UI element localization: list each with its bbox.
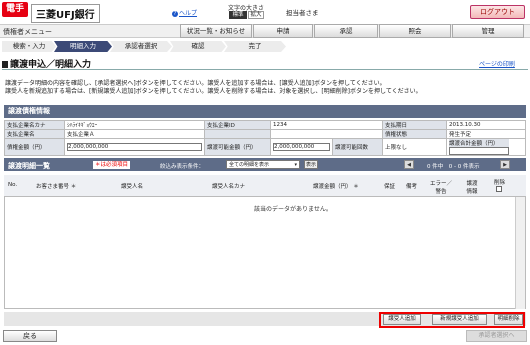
transferable-amount-field: 2,000,000,000 xyxy=(273,143,330,151)
bank-logo: 電手 xyxy=(2,2,28,17)
help-label: ヘルプ xyxy=(179,10,198,17)
total-transfer-field xyxy=(449,147,509,155)
label-claim-status: 債権状態 xyxy=(382,129,447,139)
menu-title: 債権者メニュー xyxy=(3,28,52,36)
instructions: 譲渡データ明細の内容を確認し、[承認者選択へ]ボタンを押してください。譲受人を追… xyxy=(5,80,525,95)
font-size-standard-button[interactable]: 標準 xyxy=(229,11,247,19)
value-due-date: 2013.10.30 xyxy=(446,120,526,130)
bank-name: 三菱UFJ銀行 xyxy=(31,4,100,23)
col-assignee-kana: 譲受人名カナ xyxy=(212,184,246,190)
help-link[interactable]: ? ヘルプ xyxy=(172,8,197,17)
logout-button[interactable]: ログアウト xyxy=(470,5,525,19)
value-payer-id: 1234 xyxy=(270,120,383,130)
filter-label: 絞込み表示条件： xyxy=(160,164,205,170)
col-customer-number: お客さま番号 ＊ xyxy=(36,184,77,190)
detail-list-heading: 譲渡明細一覧 xyxy=(8,162,50,170)
label-transfer-limit: 譲渡可能回数 xyxy=(332,138,383,156)
value-transferable-amount: 2,000,000,000 xyxy=(270,138,333,156)
tab-manage[interactable]: 管理 xyxy=(452,24,524,38)
new-assignee-button[interactable]: 新規譲受人追加 xyxy=(432,314,487,325)
user-name: 担当者さま xyxy=(286,9,319,17)
filter-select-value: 全ての明細を表示 xyxy=(229,162,270,168)
back-button[interactable]: 戻る xyxy=(3,330,57,342)
filter-select[interactable]: 全ての明細を表示 ▾ xyxy=(226,160,300,169)
col-delete: 削除 xyxy=(494,180,506,186)
print-page-link[interactable]: ページの印刷 xyxy=(479,59,515,68)
col-error-warning: エラー／警告 xyxy=(429,181,452,195)
col-no: No. xyxy=(8,182,18,188)
font-size-large-button[interactable]: 拡大 xyxy=(248,11,264,19)
step-approver-select: 承認者選択 xyxy=(110,41,172,52)
total-transfer-cell: 譲渡合計金額（円） xyxy=(446,138,526,156)
no-data-message: 該当のデータがありません。 xyxy=(254,206,332,213)
grid-scrollbar[interactable] xyxy=(515,197,525,309)
title-marker-icon xyxy=(2,61,8,68)
add-assignee-button[interactable]: 譲受人追加 xyxy=(383,314,421,325)
label-payer-id: 支払企業ID xyxy=(204,120,271,130)
tab-status-list[interactable]: 状況一覧・お知らせ xyxy=(180,24,252,38)
select-all-checkbox[interactable] xyxy=(496,186,502,192)
label-claim-amount: 債権金額（円） xyxy=(4,138,65,156)
col-assignee-name: 譲受人名 xyxy=(121,184,144,190)
page-count: 0 件中 0 - 0 件表示 xyxy=(427,164,480,170)
col-guarantee: 保証 xyxy=(384,184,396,190)
label-total-transfer: 譲渡合計金額（円） xyxy=(449,139,509,147)
help-icon: ? xyxy=(172,11,178,17)
next-page-button[interactable]: ▶ xyxy=(500,160,510,169)
value-claim-amount: 2,000,000,000 xyxy=(64,138,205,156)
value-empty xyxy=(270,129,383,139)
chevron-down-icon: ▾ xyxy=(294,162,297,168)
instruction-line: 譲渡データ明細の内容を確認し、[承認者選択へ]ボタンを押してください。譲受人を追… xyxy=(5,80,386,87)
claim-info-heading: 譲渡債権情報 xyxy=(4,105,526,118)
tab-inquiry[interactable]: 照会 xyxy=(379,24,451,38)
col-transfer-amount: 譲渡金額（円） ＊ xyxy=(313,184,359,190)
instruction-line: 譲受人を新規追加する場合は、[新規譲受人追加]ボタンを押してください。譲受人を削… xyxy=(5,87,422,95)
step-confirm: 確認 xyxy=(170,41,226,52)
show-button[interactable]: 表示 xyxy=(304,160,318,169)
tab-approve[interactable]: 承認 xyxy=(314,24,378,38)
label-transferable-amount: 譲渡可能金額（円） xyxy=(204,138,271,156)
title-divider xyxy=(2,69,528,70)
required-note: ＊は必須項目 xyxy=(93,161,131,169)
claim-info-table: 支払企業名カナ ｼﾊﾗｲｷｷﾞｮｳｴｰ 支払企業ID 1234 支払期日 201… xyxy=(4,120,526,156)
col-transfer-info: 譲渡情報 xyxy=(466,181,478,195)
claim-amount-field: 2,000,000,000 xyxy=(67,143,202,151)
label-payer-kana: 支払企業名カナ xyxy=(4,120,65,130)
tab-apply[interactable]: 申請 xyxy=(253,24,313,38)
label-empty xyxy=(204,129,271,139)
col-remarks: 備考 xyxy=(406,184,418,190)
step-complete: 完了 xyxy=(224,41,286,52)
delete-detail-button[interactable]: 明細削除 xyxy=(494,314,523,325)
approver-select-button[interactable]: 承認者選択へ xyxy=(466,330,527,342)
value-claim-status: 発生予定 xyxy=(446,129,526,139)
step-detail-input: 明細入力 xyxy=(54,41,112,52)
step-search-input: 検索・入力 xyxy=(2,41,56,52)
label-due-date: 支払期日 xyxy=(382,120,447,130)
value-transfer-limit: 上限なし xyxy=(382,138,447,156)
label-payer-name: 支払企業名 xyxy=(4,129,65,139)
value-payer-name: 支払企業Ａ xyxy=(64,129,205,139)
prev-page-button[interactable]: ◀ xyxy=(404,160,414,169)
value-payer-kana: ｼﾊﾗｲｷｷﾞｮｳｴｰ xyxy=(64,120,205,130)
